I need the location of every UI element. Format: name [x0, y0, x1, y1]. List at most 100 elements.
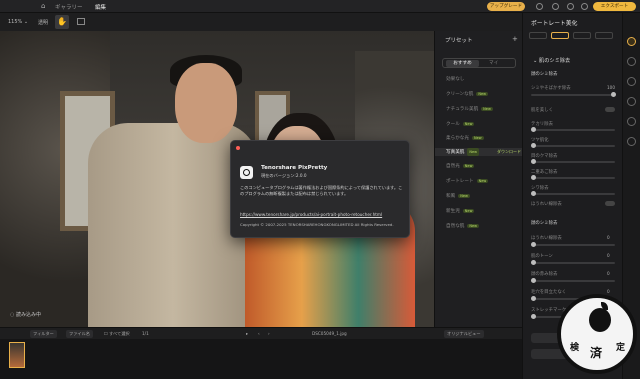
slider-value: 0	[607, 253, 610, 258]
status-bar: フィルター ファイル名 ☐ すべて選択 1/1 ▸ ‹ › DSC05049_1…	[0, 327, 522, 339]
app-name: Tenorshare PixPretty	[261, 165, 328, 171]
panel-title: ポートレート美化	[531, 21, 578, 27]
app-logo-icon	[240, 166, 253, 179]
wrinkle-slider[interactable]	[531, 191, 615, 196]
group-label: 顔のシミ除去	[531, 72, 558, 77]
next-icon[interactable]: ›	[268, 331, 270, 336]
spot-removal-slider[interactable]	[531, 92, 616, 97]
original-view-button[interactable]: オリジナルビュー	[444, 330, 484, 338]
filmstrip	[0, 339, 522, 379]
man-face	[175, 63, 237, 143]
legal-description: このコンピュータプログラムは著作権法および国際条約によって保護されています。この…	[240, 185, 403, 196]
prev-icon[interactable]: ‹	[258, 331, 260, 336]
app-version: 現在のバージョン:2.0.0	[261, 173, 307, 178]
download-label: ダウンロード	[497, 149, 521, 154]
preset-item[interactable]: 自然な肌 New	[446, 223, 480, 229]
upgrade-button[interactable]: アップグレード	[487, 2, 525, 11]
adjust-tool-icon[interactable]	[627, 117, 636, 126]
tab-face[interactable]	[551, 32, 569, 39]
export-button[interactable]: エクスポート	[593, 2, 636, 11]
zoom-level[interactable]: 115% ⌄	[8, 19, 28, 25]
add-preset-button[interactable]: +	[512, 35, 518, 43]
hand-tool-icon[interactable]: ✋	[55, 15, 69, 29]
select-all-checkbox[interactable]: ☐ すべて選択	[104, 331, 130, 337]
home-icon[interactable]: ⌂	[41, 3, 49, 10]
preset-item[interactable]: クール New	[446, 121, 475, 127]
tab-makeup[interactable]	[573, 32, 591, 39]
glow-slider[interactable]	[531, 143, 615, 148]
slider-label: 肌のトーン	[531, 254, 553, 259]
nasolabial-slider[interactable]	[531, 242, 615, 247]
settings-icon[interactable]	[567, 3, 574, 10]
slider-label: 毛穴を目立たなく	[531, 290, 567, 295]
preset-item[interactable]: 自然光 New	[446, 163, 475, 169]
copyright-text: Copyright © 2007-2025 TENORSHAREHONGKONG…	[240, 222, 394, 227]
apple-logo-icon	[589, 302, 611, 332]
slider-label: 目のクマ除去	[531, 154, 558, 159]
tab-edit[interactable]: 編集	[95, 3, 106, 11]
canvas-toolbar: 115% ⌄ 透明 ✋	[0, 13, 522, 31]
nasolabial-toggle[interactable]	[605, 201, 615, 206]
title-bar: ⌂ ギャラリー 編集 アップグレード エクスポート	[0, 0, 640, 13]
segment-mine[interactable]: マイ	[489, 60, 498, 66]
current-filename: DSC05049_1.jpg	[312, 331, 347, 336]
slider-label: ほうれい線除去	[531, 236, 562, 241]
shine-slider[interactable]	[531, 127, 615, 132]
preset-item[interactable]: 新生児 New	[446, 208, 475, 214]
presets-panel: プリセット + おすすめ マイ 効果なし クリーンな肌 New ナチュラル美肌 Ne…	[434, 31, 522, 327]
beautify-toggle[interactable]	[605, 107, 615, 112]
section-heading[interactable]: ⌄ 肌のシミ除去	[533, 57, 570, 64]
filename-button[interactable]: ファイル名	[66, 330, 93, 338]
slider-label: 顔の赤み除去	[531, 272, 558, 277]
preset-item[interactable]: 和風 New	[446, 193, 470, 199]
slider-label: ストレッチマーク	[531, 308, 567, 313]
filter-button[interactable]: フィルター	[30, 330, 57, 338]
tone-slider[interactable]	[531, 260, 615, 265]
tab-gallery[interactable]: ギャラリー	[55, 3, 83, 11]
slider-label: テカリ除去	[531, 122, 553, 127]
redness-slider[interactable]	[531, 278, 615, 283]
preset-item[interactable]: クリーンな肌 New	[446, 91, 488, 97]
badge-char: 済	[590, 346, 603, 360]
tab-body[interactable]	[529, 32, 547, 39]
transparency-label[interactable]: 透明	[38, 19, 48, 26]
image-thumbnail[interactable]	[9, 342, 25, 368]
presets-title: プリセット	[445, 38, 473, 44]
close-button[interactable]	[236, 146, 240, 150]
double-chin-slider[interactable]	[531, 175, 615, 180]
preset-item[interactable]: ナチュラル美肌 New	[446, 106, 493, 112]
loading-indicator: ◌ 読み込み中	[10, 312, 41, 318]
product-link[interactable]: https://www.tenorshare.jp/products/ai-po…	[240, 212, 382, 217]
slider-value: 0	[607, 235, 610, 240]
panel-tabs	[529, 32, 617, 40]
preset-item[interactable]: 柔らかな光 New	[446, 135, 484, 141]
toggle-label: 肌を美しく	[531, 108, 553, 113]
slider-value: 0	[607, 271, 610, 276]
face-tool-icon[interactable]	[627, 37, 636, 46]
add-tool-icon[interactable]	[627, 137, 636, 146]
preset-segment: おすすめ マイ	[442, 58, 516, 68]
badge-char: 定	[616, 343, 626, 353]
preset-item[interactable]: 効果なし	[446, 76, 464, 82]
compare-icon[interactable]	[77, 18, 85, 25]
segment-recommended[interactable]: おすすめ	[446, 60, 479, 67]
image-count: 1/1	[142, 331, 149, 336]
verified-badge: 検 済 定	[557, 294, 637, 374]
badge-char: 検	[570, 343, 580, 353]
toggle-label: ほうれい線除去	[531, 202, 562, 207]
account-icon[interactable]	[552, 3, 559, 10]
menu-icon[interactable]	[581, 3, 588, 10]
play-icon[interactable]: ▸	[246, 331, 248, 336]
slider-label: シミやそばかす除去	[531, 86, 571, 91]
dark-circle-slider[interactable]	[531, 159, 615, 164]
background-tool-icon[interactable]	[627, 77, 636, 86]
group-label: 顔のシミ除去	[531, 221, 558, 226]
preset-item[interactable]: ポートレート New	[446, 178, 489, 184]
body-tool-icon[interactable]	[627, 57, 636, 66]
preset-item-selected[interactable]: 写真美肌 New ダウンロード	[435, 148, 522, 156]
about-dialog: Tenorshare PixPretty 現在のバージョン:2.0.0 このコン…	[230, 140, 410, 238]
color-tool-icon[interactable]	[627, 97, 636, 106]
slider-value: 100	[607, 85, 615, 90]
tab-hair[interactable]	[595, 32, 613, 39]
support-icon[interactable]	[536, 3, 543, 10]
